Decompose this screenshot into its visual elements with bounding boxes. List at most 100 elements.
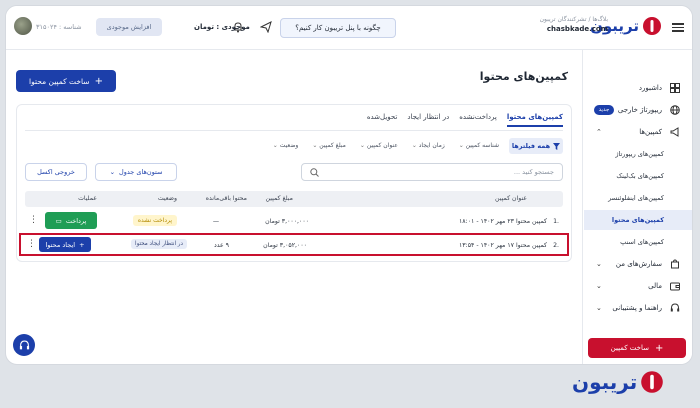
sidebar-item-label: سفارش‌های من: [615, 260, 662, 268]
pay-label: پرداخت: [65, 216, 87, 225]
build-content-campaign-button[interactable]: + ساخت کمپین محتوا: [16, 70, 116, 92]
all-filters-label: همه فیلترها: [511, 142, 551, 150]
campaign-amount: ۳,۰۰۰,۰۰۰ تومان: [265, 218, 309, 225]
megaphone-icon: [670, 127, 679, 137]
topup-button[interactable]: افزایش موجودی: [96, 18, 162, 36]
send-icon[interactable]: [260, 21, 272, 33]
sidebar-item-label: داشبورد: [638, 84, 662, 92]
sidebar-sub-backlink[interactable]: کمپین‌های بک‌لینک: [584, 166, 692, 186]
row-index: .1: [553, 218, 559, 225]
row-index: .2: [553, 242, 559, 249]
store-name: chasbkade.com: [546, 25, 608, 33]
sidebar-item-support[interactable]: ⌄ راهنما و پشتیبانی: [584, 298, 692, 318]
store-breadcrumb: بلاگ‌ها / تشرکنندگان تریبون: [539, 16, 608, 23]
headset-icon: [19, 340, 29, 349]
excel-export-button[interactable]: خروجی اکسل: [25, 163, 87, 181]
col-amount: مبلغ کمپین: [265, 195, 293, 202]
search-icon: [310, 168, 319, 177]
balance-text: موجودی : تومان: [194, 23, 250, 31]
logo-mark-icon: [641, 371, 664, 393]
plus-icon: +: [94, 75, 103, 87]
table-row-highlighted: .2 کمپین محتوا ۱۷ مهر ۱۴۰۲ - ۱۳:۵۴ ۳,۰۵۲…: [19, 233, 569, 256]
sidebar-item-finance[interactable]: ⌄ مالی: [584, 276, 692, 296]
plus-icon: +: [654, 342, 664, 354]
col-actions: عملیات: [78, 195, 97, 202]
sidebar-item-external-reportage[interactable]: جدید ریپورتاژ خارجی: [584, 100, 692, 120]
more-options-icon[interactable]: ⋮: [29, 215, 38, 225]
chevron-down-icon: ⌄: [596, 260, 602, 268]
campaign-title[interactable]: کمپین محتوا ۲۳ مهر ۱۴۰۲ - ۱۸:۰۱: [459, 218, 547, 225]
menu-icon[interactable]: [672, 21, 684, 33]
col-title: عنوان کمپین: [495, 195, 527, 202]
new-badge: جدید: [594, 105, 614, 115]
sidebar-sub-content[interactable]: کمپین‌های محتوا: [584, 210, 692, 230]
wallet-icon: [670, 282, 680, 291]
campaign-title[interactable]: کمپین محتوا ۱۷ مهر ۱۴۰۲ - ۱۳:۵۴: [459, 242, 547, 249]
create-content-label: ایجاد محتوا: [45, 240, 76, 249]
tab-content-campaigns[interactable]: کمپین‌های محتوا: [506, 113, 563, 127]
col-remaining: محتوا باقی‌مانده: [205, 195, 247, 202]
chevron-up-icon: ⌃: [596, 128, 602, 136]
more-options-icon[interactable]: ⋮: [27, 239, 36, 249]
filter-icon: [553, 142, 561, 150]
logo-mark-icon: [643, 17, 661, 35]
create-content-button[interactable]: + ایجاد محتوا: [39, 237, 91, 252]
support-chat-button[interactable]: [13, 334, 35, 356]
tabs: کمپین‌های محتوا پرداخت‌نشده در انتظار ای…: [357, 113, 563, 127]
table-header: عنوان کمپین مبلغ کمپین محتوا باقی‌مانده …: [25, 191, 563, 207]
sidebar-sub-snapp[interactable]: کمپین‌های اسنپ: [584, 232, 692, 252]
bag-icon: [671, 259, 679, 269]
chevron-down-icon: ⌄: [596, 304, 602, 312]
sidebar-sub-influencer[interactable]: کمپین‌های اینفلوئنسر: [584, 188, 692, 208]
create-campaign-button[interactable]: + ساخت کمپین: [588, 338, 686, 358]
headset-icon: [670, 303, 680, 312]
sidebar-item-label: ریپورتاژ خارجی: [617, 106, 662, 114]
chevron-down-icon: ⌄: [596, 282, 602, 290]
avatar[interactable]: [14, 17, 32, 35]
globe-icon: [670, 105, 680, 115]
status-badge: پرداخت نشده: [132, 215, 177, 226]
filter-chip-amount[interactable]: مبلغ کمپین: [312, 142, 346, 149]
all-filters-button[interactable]: همه فیلترها: [509, 138, 563, 154]
filter-chip-created[interactable]: زمان ایجاد: [412, 142, 445, 149]
build-content-campaign-label: ساخت کمپین محتوا: [29, 76, 90, 86]
page-title: کمپین‌های محتوا: [479, 70, 568, 83]
sidebar-sub-reportage[interactable]: کمپین‌های ریپورتاژ: [584, 144, 692, 164]
sidebar-item-campaigns[interactable]: ⌃ کمپین‌ها: [584, 122, 692, 142]
plus-icon: +: [79, 240, 85, 249]
filter-chip-title[interactable]: عنوان کمپین: [360, 142, 398, 149]
store-info[interactable]: بلاگ‌ها / تشرکنندگان تریبون chasbkade.co…: [540, 16, 608, 33]
status-badge: در انتظار ایجاد محتوا: [131, 239, 187, 249]
table-columns-label: ستون‌های جدول: [119, 168, 163, 176]
tab-delivered[interactable]: تحویل‌شده: [367, 113, 398, 127]
tab-awaiting-creation[interactable]: در انتظار ایجاد: [407, 113, 449, 127]
remaining-content: —: [212, 218, 219, 225]
sidebar: داشبورد جدید ریپورتاژ خارجی ⌃ کمپین‌ها ک…: [582, 50, 692, 364]
filter-chips: شناسه کمپین زمان ایجاد عنوان کمپین مبلغ …: [259, 142, 499, 149]
card-icon: ▭: [55, 216, 62, 225]
filter-chip-id[interactable]: شناسه کمپین: [459, 142, 499, 149]
footer-logo-text: تریبون: [572, 370, 638, 394]
campaigns-card: کمپین‌های محتوا پرداخت‌نشده در انتظار ای…: [16, 104, 572, 262]
tab-unpaid[interactable]: پرداخت‌نشده: [459, 113, 497, 127]
search-input[interactable]: جستجو کنید ...: [301, 163, 563, 181]
tabs-divider: [25, 130, 563, 131]
table-columns-button[interactable]: ستون‌های جدول ⌄: [95, 163, 177, 181]
filter-chip-status[interactable]: وضعیت: [273, 142, 299, 149]
table-row: .1 کمپین محتوا ۲۳ مهر ۱۴۰۲ - ۱۸:۰۱ ۳,۰۰۰…: [25, 210, 563, 232]
top-bar: تریبون بلاگ‌ها / تشرکنندگان تریبون chasb…: [6, 6, 692, 50]
footer-logo: تریبون: [572, 370, 664, 394]
remaining-content: ۹ عدد: [214, 242, 229, 249]
app-window: تریبون بلاگ‌ها / تشرکنندگان تریبون chasb…: [5, 5, 693, 365]
create-campaign-label: ساخت کمپین: [610, 344, 649, 352]
help-link[interactable]: چگونه با پنل تریبون کار کنیم؟: [280, 18, 396, 38]
search-placeholder: جستجو کنید ...: [513, 168, 554, 176]
chevron-down-icon: ⌄: [109, 168, 116, 176]
sidebar-item-orders[interactable]: ⌄ سفارش‌های من: [584, 254, 692, 274]
sidebar-item-label: کمپین‌ها: [639, 128, 662, 136]
pay-button[interactable]: پرداخت ▭: [45, 212, 97, 229]
col-status: وضعیت: [157, 195, 177, 202]
sidebar-item-dashboard[interactable]: داشبورد: [584, 78, 692, 98]
campaign-amount: ۳,۰۵۲,۰۰۰ تومان: [263, 242, 307, 249]
dashboard-icon: [670, 83, 680, 93]
